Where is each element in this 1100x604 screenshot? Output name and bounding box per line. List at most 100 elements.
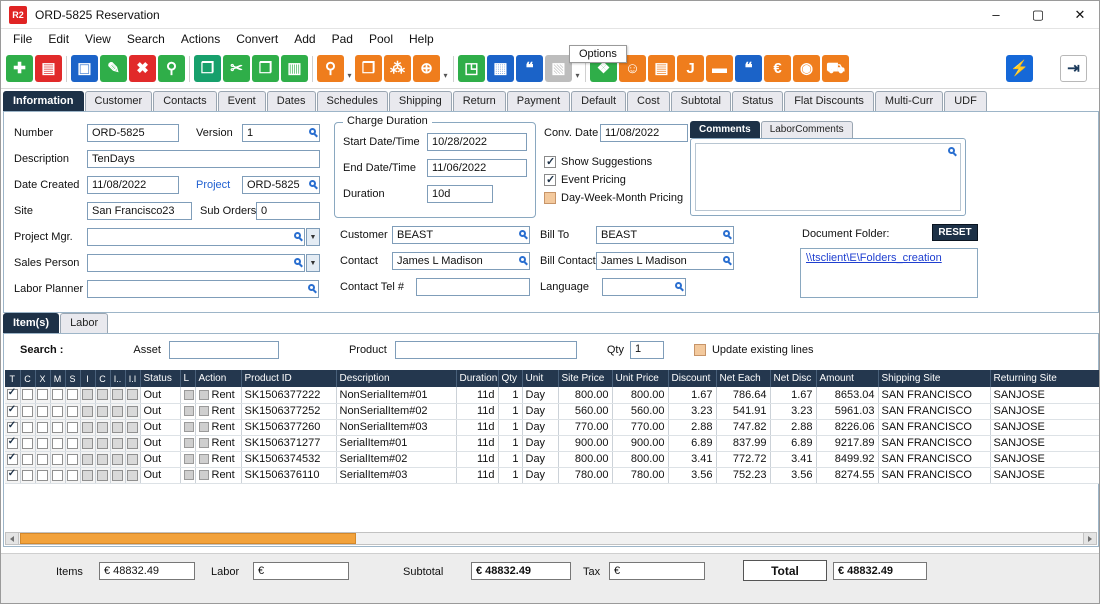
- duration-field[interactable]: 10d: [427, 185, 493, 203]
- maximize-button[interactable]: ▢: [1017, 1, 1059, 29]
- flag-checkbox[interactable]: [37, 406, 48, 417]
- column-header-l[interactable]: L: [180, 370, 195, 387]
- flash-icon[interactable]: ⚡: [1006, 55, 1033, 82]
- column-header-site-price[interactable]: Site Price: [558, 370, 612, 387]
- paste-icon[interactable]: ▥: [281, 55, 308, 82]
- column-header-t[interactable]: T: [5, 370, 20, 387]
- add-to-cart-icon[interactable]: ⊕: [413, 55, 440, 82]
- flag-checkbox[interactable]: [37, 389, 48, 400]
- flag-checkbox[interactable]: [127, 470, 138, 481]
- flag-checkbox[interactable]: [97, 406, 108, 417]
- row-checkbox[interactable]: [7, 406, 18, 417]
- flag-checkbox[interactable]: [37, 470, 48, 481]
- column-header-c[interactable]: C: [95, 370, 110, 387]
- flag-checkbox[interactable]: [127, 422, 138, 433]
- flag-checkbox[interactable]: [22, 389, 33, 400]
- update-existing-lines-checkbox[interactable]: [694, 344, 706, 356]
- search-icon[interactable]: [519, 230, 526, 237]
- menu-pad[interactable]: Pad: [324, 30, 361, 48]
- flag-checkbox[interactable]: [97, 454, 108, 465]
- flag-checkbox[interactable]: [97, 389, 108, 400]
- column-header-i[interactable]: I..: [110, 370, 125, 387]
- tab-dates[interactable]: Dates: [267, 91, 316, 111]
- exit-icon[interactable]: ⇥: [1060, 55, 1087, 82]
- qty-input[interactable]: 1: [630, 341, 664, 359]
- scroll-right-arrow-icon[interactable]: [1083, 533, 1096, 544]
- tab-flat-discounts[interactable]: Flat Discounts: [784, 91, 874, 111]
- tab-shipping[interactable]: Shipping: [389, 91, 452, 111]
- tab-customer[interactable]: Customer: [85, 91, 153, 111]
- column-header-unit[interactable]: Unit: [522, 370, 558, 387]
- search-icon[interactable]: [309, 128, 316, 135]
- project-mgr-field[interactable]: ▼: [87, 228, 305, 246]
- menu-view[interactable]: View: [77, 30, 119, 48]
- minimize-button[interactable]: –: [975, 1, 1017, 29]
- row-checkbox[interactable]: [7, 422, 18, 433]
- row-checkbox[interactable]: [7, 389, 18, 400]
- copy-icon[interactable]: ❐: [252, 55, 279, 82]
- flag-checkbox[interactable]: [127, 454, 138, 465]
- event-pricing-checkbox[interactable]: [544, 174, 556, 186]
- menu-pool[interactable]: Pool: [361, 30, 401, 48]
- product-search-icon[interactable]: ⚲: [317, 55, 344, 82]
- project-field[interactable]: ORD-5825: [242, 176, 320, 194]
- l-flag-icon[interactable]: [184, 470, 194, 480]
- search-icon[interactable]: [308, 284, 315, 291]
- table-row[interactable]: OutRentSK1506377222NonSerialItem#0111d1D…: [5, 387, 1099, 403]
- flag-checkbox[interactable]: [37, 454, 48, 465]
- scroll-left-arrow-icon[interactable]: [6, 533, 19, 544]
- column-header-description[interactable]: Description: [336, 370, 456, 387]
- column-header-c[interactable]: C: [20, 370, 35, 387]
- flag-checkbox[interactable]: [82, 422, 93, 433]
- language-field[interactable]: [602, 278, 686, 296]
- row-checkbox[interactable]: [7, 470, 18, 481]
- date-created-field[interactable]: 11/08/2022: [87, 176, 179, 194]
- conv-date-field[interactable]: 11/08/2022: [600, 124, 688, 142]
- menu-help[interactable]: Help: [401, 30, 442, 48]
- l-flag-icon[interactable]: [184, 454, 194, 464]
- delete-icon[interactable]: ✖: [129, 55, 156, 82]
- chevron-down-icon[interactable]: ▼: [306, 254, 320, 272]
- column-header-s[interactable]: S: [65, 370, 80, 387]
- hook-icon[interactable]: J: [677, 55, 704, 82]
- column-header-net-disc[interactable]: Net Disc: [770, 370, 816, 387]
- reset-button[interactable]: RESET: [932, 224, 978, 241]
- comments-icon[interactable]: ❝: [516, 55, 543, 82]
- package-icon[interactable]: ❒: [355, 55, 382, 82]
- column-header-duration[interactable]: Duration: [456, 370, 498, 387]
- flag-checkbox[interactable]: [112, 454, 123, 465]
- flag-checkbox[interactable]: [52, 389, 63, 400]
- tab-subtotal[interactable]: Subtotal: [671, 91, 731, 111]
- tab-cost[interactable]: Cost: [627, 91, 670, 111]
- flag-checkbox[interactable]: [22, 454, 33, 465]
- bill-contact-field[interactable]: James L Madison: [596, 252, 734, 270]
- menu-add[interactable]: Add: [286, 30, 323, 48]
- flag-checkbox[interactable]: [127, 438, 138, 449]
- flag-checkbox[interactable]: [52, 470, 63, 481]
- tab-udf[interactable]: UDF: [944, 91, 987, 111]
- row-checkbox[interactable]: [7, 454, 18, 465]
- flag-checkbox[interactable]: [112, 422, 123, 433]
- end-datetime-field[interactable]: 11/06/2022: [427, 159, 527, 177]
- flag-checkbox[interactable]: [97, 422, 108, 433]
- flag-checkbox[interactable]: [52, 422, 63, 433]
- menu-convert[interactable]: Convert: [228, 30, 286, 48]
- link-items-icon[interactable]: ⁂: [384, 55, 411, 82]
- column-header-i-i[interactable]: I.I: [125, 370, 140, 387]
- tax-field[interactable]: €: [609, 562, 705, 580]
- column-header-returning-site[interactable]: Returning Site: [990, 370, 1099, 387]
- print-icon[interactable]: ▤: [35, 55, 62, 82]
- table-row[interactable]: OutRentSK1506376110SerialItem#0311d1Day7…: [5, 467, 1099, 483]
- flag-checkbox[interactable]: [112, 470, 123, 481]
- flag-checkbox[interactable]: [82, 454, 93, 465]
- flag-checkbox[interactable]: [22, 438, 33, 449]
- tab-laborcomments[interactable]: LaborComments: [761, 121, 853, 138]
- l-flag-icon[interactable]: [184, 390, 194, 400]
- column-header-product-id[interactable]: Product ID: [241, 370, 336, 387]
- menu-edit[interactable]: Edit: [40, 30, 77, 48]
- camera-icon[interactable]: ◉: [793, 55, 820, 82]
- save-icon[interactable]: ▣: [71, 55, 98, 82]
- tab-schedules[interactable]: Schedules: [317, 91, 388, 111]
- expand-icon[interactable]: ◳: [458, 55, 485, 82]
- column-header-x[interactable]: X: [35, 370, 50, 387]
